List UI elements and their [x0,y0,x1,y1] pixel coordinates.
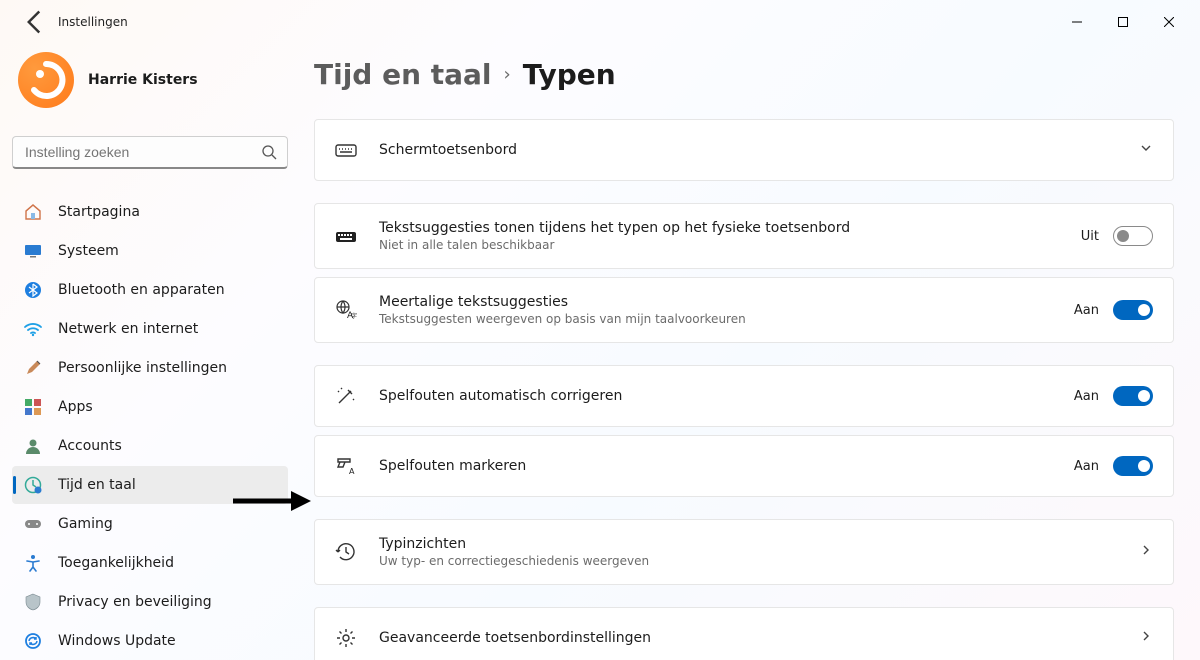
search-icon [261,144,277,160]
wifi-icon [24,320,42,338]
accessibility-icon [24,554,42,572]
sidebar-item-label: Systeem [58,243,119,259]
sidebar-item-label: Privacy en beveiliging [58,594,212,610]
setting-row-highlight-misspelled[interactable]: A Spelfouten markeren Aan [314,435,1174,497]
history-icon [335,541,357,563]
profile[interactable]: Harrie Kisters [12,44,288,118]
setting-title: Schermtoetsenbord [379,142,1117,158]
sidebar-item-label: Apps [58,399,93,415]
search-input-wrapper[interactable] [12,136,288,169]
window-close-button[interactable] [1146,5,1192,39]
setting-subtitle: Uw typ- en correctiegeschiedenis weergev… [379,554,1117,568]
breadcrumb-parent[interactable]: Tijd en taal [314,58,492,91]
shield-icon [24,593,42,611]
sidebar-item-network[interactable]: Netwerk en internet [12,310,288,348]
keyboard-solid-icon [335,225,357,247]
wand-icon [335,385,357,407]
toggle-state-label: Aan [1074,459,1099,474]
toggle-switch[interactable] [1113,226,1153,246]
toggle-state-label: Aan [1074,389,1099,404]
home-icon [24,203,42,221]
breadcrumb-current: Typen [523,58,616,91]
sidebar: Harrie Kisters Startpagina Systeem Bluet… [0,44,300,660]
back-button[interactable] [20,8,48,36]
setting-title: Meertalige tekstsuggesties [379,294,1052,310]
profile-name: Harrie Kisters [88,72,198,88]
chevron-right-icon [1139,629,1153,647]
toggle-switch[interactable] [1113,386,1153,406]
chevron-right-icon [1139,543,1153,561]
sidebar-item-label: Netwerk en internet [58,321,198,337]
sidebar-item-personalization[interactable]: Persoonlijke instellingen [12,349,288,387]
sidebar-item-label: Persoonlijke instellingen [58,360,227,376]
avatar [18,52,74,108]
sidebar-item-home[interactable]: Startpagina [12,193,288,231]
window-minimize-button[interactable] [1054,5,1100,39]
sidebar-item-label: Windows Update [58,633,176,649]
chevron-down-icon [1139,141,1153,159]
sidebar-item-bluetooth[interactable]: Bluetooth en apparaten [12,271,288,309]
toggle-switch[interactable] [1113,456,1153,476]
sidebar-item-apps[interactable]: Apps [12,388,288,426]
setting-title: Geavanceerde toetsenbordinstellingen [379,630,1117,646]
setting-row-typing-insights[interactable]: Typinzichten Uw typ- en correctiegeschie… [314,519,1174,585]
setting-title: Spelfouten automatisch corrigeren [379,388,1052,404]
content-pane: Tijd en taal › Typen Schermtoetsenbord [300,44,1200,660]
gear-icon [335,627,357,649]
globe-language-icon: A字 [335,299,357,321]
apps-icon [24,398,42,416]
setting-row-text-suggestions[interactable]: Tekstsuggesties tonen tijdens het typen … [314,203,1174,269]
sidebar-item-label: Toegankelijkheid [58,555,174,571]
setting-row-autocorrect[interactable]: Spelfouten automatisch corrigeren Aan [314,365,1174,427]
toggle-state-label: Aan [1074,303,1099,318]
search-input[interactable] [23,143,261,161]
person-icon [24,437,42,455]
sidebar-item-label: Startpagina [58,204,140,220]
sidebar-item-accounts[interactable]: Accounts [12,427,288,465]
titlebar: Instellingen [0,0,1200,44]
setting-title: Spelfouten markeren [379,458,1052,474]
toggle-state-label: Uit [1081,229,1099,244]
gamepad-icon [24,515,42,533]
setting-subtitle: Tekstsuggesten weergeven op basis van mi… [379,312,1052,326]
clock-globe-icon [24,476,42,494]
brush-icon [24,359,42,377]
bluetooth-icon [24,281,42,299]
highlight-icon: A [335,455,357,477]
setting-row-multilingual-suggestions[interactable]: A字 Meertalige tekstsuggesties Tekstsugge… [314,277,1174,343]
window-title: Instellingen [58,15,128,29]
svg-text:A: A [349,467,355,476]
sidebar-item-label: Accounts [58,438,122,454]
sidebar-item-privacy[interactable]: Privacy en beveiliging [12,583,288,621]
setting-title: Tekstsuggesties tonen tijdens het typen … [379,220,1059,236]
update-icon [24,632,42,650]
setting-title: Typinzichten [379,536,1117,552]
toggle-switch[interactable] [1113,300,1153,320]
chevron-right-icon: › [504,64,511,85]
svg-text:字: 字 [351,312,357,320]
sidebar-item-windows-update[interactable]: Windows Update [12,622,288,660]
sidebar-item-label: Bluetooth en apparaten [58,282,225,298]
sidebar-nav: Startpagina Systeem Bluetooth en apparat… [12,193,288,660]
sidebar-item-gaming[interactable]: Gaming [12,505,288,543]
sidebar-item-time-language[interactable]: Tijd en taal [12,466,288,504]
setting-row-advanced-keyboard[interactable]: Geavanceerde toetsenbordinstellingen [314,607,1174,660]
keyboard-icon [335,139,357,161]
system-icon [24,242,42,260]
breadcrumb: Tijd en taal › Typen [314,58,1174,91]
sidebar-item-label: Tijd en taal [58,477,136,493]
setting-subtitle: Niet in alle talen beschikbaar [379,238,1059,252]
window-maximize-button[interactable] [1100,5,1146,39]
sidebar-item-accessibility[interactable]: Toegankelijkheid [12,544,288,582]
sidebar-item-system[interactable]: Systeem [12,232,288,270]
sidebar-item-label: Gaming [58,516,113,532]
setting-row-onscreen-keyboard[interactable]: Schermtoetsenbord [314,119,1174,181]
